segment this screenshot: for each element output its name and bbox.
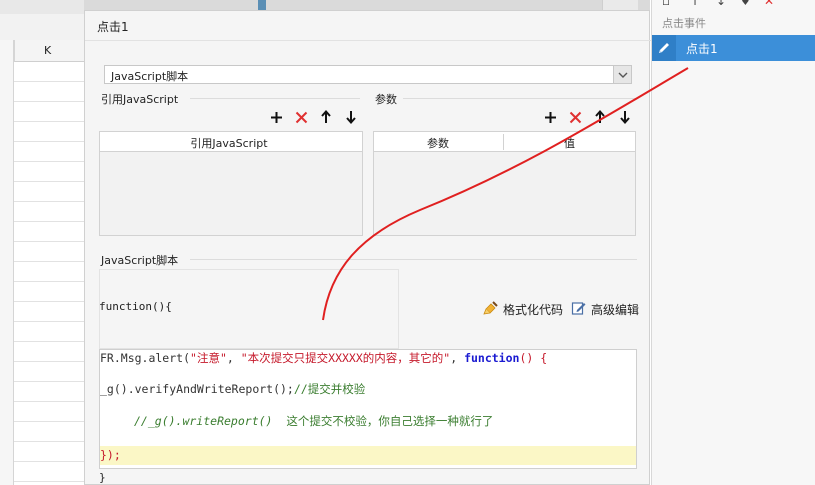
code-line-4: });: [100, 446, 636, 465]
dialog-title: 点击1: [97, 20, 129, 34]
code-line-1: FR.Msg.alert("注意", "本次提交只提交XXXXX的内容，其它的"…: [100, 351, 548, 365]
ref-js-label: 引用JavaScript: [101, 93, 179, 106]
code-line-2: _g().verifyAndWriteReport();//提交并校验: [100, 382, 366, 396]
js-script-label: JavaScript脚本: [101, 254, 179, 267]
events-label: 点击事件: [662, 17, 706, 30]
move-up-ref-icon[interactable]: [318, 109, 334, 125]
move-down-ref-icon[interactable]: [343, 109, 359, 125]
event-dialog: 点击1 JavaScript脚本 引用JavaScript 引用JavaScri…: [84, 10, 651, 485]
params-divider: [403, 98, 637, 99]
event-panel: ▫ ↑ ↓ ♦ ✕ 点击事件 点击1: [651, 0, 815, 485]
ref-js-column-header: 引用JavaScript: [190, 137, 268, 150]
pencil-icon[interactable]: [652, 35, 676, 61]
column-header-k: K: [44, 44, 52, 57]
js-script-divider: [190, 259, 637, 260]
edit-event-icon[interactable]: ↑: [690, 0, 700, 8]
move-up-param-icon[interactable]: [592, 109, 608, 125]
function-signature: function(){: [99, 300, 172, 313]
event-item-label: 点击1: [686, 42, 718, 56]
advanced-edit-button[interactable]: 高级编辑: [571, 300, 639, 319]
background-bar: [602, 0, 638, 10]
script-type-select[interactable]: JavaScript脚本: [104, 65, 632, 84]
script-type-value: JavaScript脚本: [111, 70, 189, 83]
advanced-edit-label: 高级编辑: [591, 303, 640, 317]
ref-js-table-header: 引用JavaScript: [100, 132, 362, 152]
code-editor[interactable]: FR.Msg.alert("注意", "本次提交只提交XXXXX的内容，其它的"…: [99, 349, 637, 469]
copy-event-icon[interactable]: ♦: [740, 0, 751, 8]
format-code-button[interactable]: 格式化代码: [483, 300, 563, 319]
params-table-header: 参数 值: [374, 132, 635, 152]
param-column-header: 参数: [427, 137, 449, 150]
event-toolbar: ▫ ↑ ↓ ♦ ✕: [652, 0, 815, 8]
code-line-3: //_g().writeReport() 这个提交不校验，你自己选择一种就行了: [134, 414, 494, 428]
add-param-icon[interactable]: [542, 109, 558, 125]
title-divider: [85, 40, 651, 41]
delete-ref-icon[interactable]: [293, 109, 309, 125]
sheet-grid[interactable]: [14, 62, 84, 485]
background-strip: [84, 0, 650, 10]
sheet-toolbar: [0, 0, 84, 14]
broom-icon: [483, 300, 499, 319]
delete-event-icon[interactable]: ✕: [764, 0, 774, 8]
format-code-label: 格式化代码: [503, 303, 564, 317]
ref-js-divider: [190, 98, 360, 99]
params-label: 参数: [375, 93, 397, 106]
params-table[interactable]: 参数 值: [373, 131, 636, 236]
function-close: }: [99, 471, 106, 484]
sheet-header-band: [0, 14, 84, 40]
move-event-icon[interactable]: ↓: [716, 0, 726, 8]
row-gutter: [0, 40, 14, 485]
chevron-down-icon[interactable]: [613, 66, 631, 83]
delete-param-icon[interactable]: [567, 109, 583, 125]
move-down-param-icon[interactable]: [617, 109, 633, 125]
add-event-icon[interactable]: ▫: [662, 0, 670, 8]
spreadsheet-background: K: [0, 0, 84, 485]
event-item-click1[interactable]: 点击1: [652, 35, 815, 61]
add-ref-icon[interactable]: [268, 109, 284, 125]
ref-js-table[interactable]: 引用JavaScript: [99, 131, 363, 236]
edit-document-icon: [571, 300, 587, 319]
value-column-header: 值: [564, 137, 575, 150]
background-accent: [258, 0, 266, 10]
